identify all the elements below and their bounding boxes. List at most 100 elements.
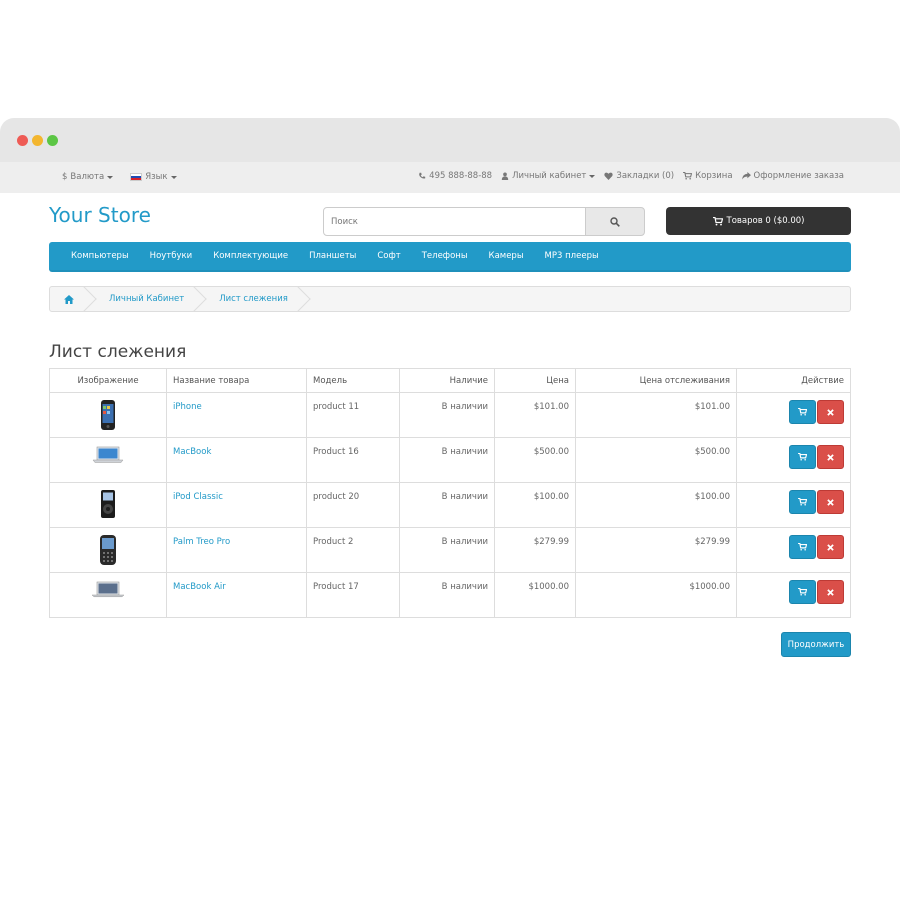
search-button[interactable] [585, 207, 645, 236]
product-name-link[interactable]: MacBook Air [173, 582, 226, 592]
add-to-cart-button[interactable] [789, 490, 816, 514]
product-name-cell: Palm Treo Pro [166, 527, 307, 573]
caret-down-icon [170, 175, 177, 179]
add-to-cart-button[interactable] [789, 400, 816, 424]
page-title: Лист слежения [49, 342, 187, 362]
wishlist-label: Закладки (0) [616, 171, 675, 181]
product-image[interactable] [49, 572, 167, 618]
col-stock: Наличие [399, 368, 495, 393]
phone-label: 495 888-88-88 [429, 171, 493, 181]
product-image[interactable] [49, 437, 167, 483]
table-row: MacBook Product 16 В наличии $500.00 $500.00 [49, 437, 851, 483]
continue-button[interactable]: Продолжить [781, 632, 851, 657]
currency-dropdown[interactable]: $ Валюта [62, 172, 114, 182]
product-actions [736, 572, 851, 618]
breadcrumb-account[interactable]: Личный Кабинет [89, 287, 199, 311]
col-tracked-price: Цена отслеживания [575, 368, 737, 393]
product-model: Product 17 [306, 572, 400, 618]
product-name-link[interactable]: MacBook [173, 447, 211, 457]
product-thumbnail-icon[interactable] [99, 490, 117, 522]
cart-icon [798, 498, 807, 506]
dollar-icon: $ [62, 172, 68, 182]
account-dropdown[interactable]: Личный кабинет [501, 171, 596, 181]
cart-button-label: Товаров 0 ($0.00) [726, 216, 805, 226]
product-price: $100.00 [494, 482, 576, 528]
product-name-link[interactable]: iPod Classic [173, 492, 223, 502]
product-thumbnail-icon[interactable] [91, 581, 125, 602]
product-stock: В наличии [399, 482, 495, 528]
product-image[interactable] [49, 392, 167, 438]
breadcrumb-watchlist[interactable]: Лист слежения [199, 287, 303, 311]
product-stock: В наличии [399, 572, 495, 618]
menu-item-phones[interactable]: Телефоны [422, 251, 468, 261]
product-thumbnail-icon[interactable] [98, 400, 118, 434]
phone-link[interactable]: 495 888-88-88 [418, 171, 492, 181]
product-model: Product 16 [306, 437, 400, 483]
product-name-link[interactable]: Palm Treo Pro [173, 537, 230, 547]
minimize-dot-icon[interactable] [32, 135, 43, 146]
menu-item-tablets[interactable]: Планшеты [309, 251, 356, 261]
product-model: product 20 [306, 482, 400, 528]
col-action: Действие [736, 368, 851, 393]
menu-item-computers[interactable]: Компьютеры [71, 251, 129, 261]
heart-icon [604, 172, 614, 180]
maximize-dot-icon[interactable] [47, 135, 58, 146]
search-bar [323, 207, 645, 236]
product-price: $500.00 [494, 437, 576, 483]
product-actions [736, 482, 851, 528]
menu-item-cameras[interactable]: Камеры [489, 251, 524, 261]
close-icon [827, 588, 834, 596]
browser-window: $ Валюта Язык 495 888-88-88 Личный кабин… [0, 118, 900, 678]
product-thumbnail-icon[interactable] [91, 446, 125, 467]
breadcrumb-home[interactable] [50, 287, 89, 311]
product-thumbnail-icon[interactable] [98, 535, 118, 569]
phone-icon [419, 172, 426, 179]
search-input[interactable] [323, 207, 586, 236]
wishlist-link[interactable]: Закладки (0) [604, 171, 674, 181]
cart-label: Корзина [695, 171, 733, 181]
table-row: Palm Treo Pro Product 2В наличии $279.99 $2… [49, 527, 851, 573]
remove-button[interactable] [817, 535, 844, 559]
col-model: Модель [306, 368, 400, 393]
checkout-link[interactable]: Оформление заказа [741, 171, 844, 181]
language-label: Язык [145, 172, 168, 182]
menu-item-laptops[interactable]: Ноутбуки [150, 251, 193, 261]
remove-button[interactable] [817, 490, 844, 514]
add-to-cart-button[interactable] [789, 445, 816, 469]
caret-down-icon [107, 175, 114, 179]
cart-link[interactable]: Корзина [683, 171, 733, 181]
table-row: iPhone product 11 В наличии $101.00 $101.00 [49, 392, 851, 438]
close-icon [827, 408, 834, 416]
product-tracked-price: $101.00 [575, 392, 737, 438]
cart-icon [798, 543, 807, 551]
product-model: product 11 [306, 392, 400, 438]
close-dot-icon[interactable] [17, 135, 28, 146]
checkout-label: Оформление заказа [753, 171, 844, 181]
search-icon [610, 216, 620, 227]
remove-button[interactable] [817, 580, 844, 604]
language-dropdown[interactable]: Язык [130, 172, 177, 182]
currency-label: Валюта [70, 172, 105, 182]
add-to-cart-button[interactable] [789, 535, 816, 559]
menu-item-software[interactable]: Софт [377, 251, 400, 261]
product-name-link[interactable]: iPhone [173, 402, 202, 412]
close-icon [827, 543, 834, 551]
product-stock: В наличии [399, 527, 495, 573]
remove-button[interactable] [817, 445, 844, 469]
product-name-cell: iPhone [166, 392, 307, 438]
remove-button[interactable] [817, 400, 844, 424]
product-image[interactable] [49, 527, 167, 573]
add-to-cart-button[interactable] [789, 580, 816, 604]
product-stock: В наличии [399, 392, 495, 438]
window-chrome [0, 118, 900, 162]
table-header-row: Изображение Название товара Модель Налич… [49, 368, 851, 393]
cart-button[interactable]: Товаров 0 ($0.00) [666, 207, 851, 235]
cart-icon [798, 408, 807, 416]
product-actions [736, 437, 851, 483]
product-image[interactable] [49, 482, 167, 528]
store-logo[interactable]: Your Store [49, 203, 151, 227]
menu-item-components[interactable]: Комплектующие [213, 251, 288, 261]
caret-down-icon [589, 174, 596, 178]
col-image: Изображение [49, 368, 167, 393]
menu-item-mp3[interactable]: MP3 плееры [545, 251, 599, 261]
